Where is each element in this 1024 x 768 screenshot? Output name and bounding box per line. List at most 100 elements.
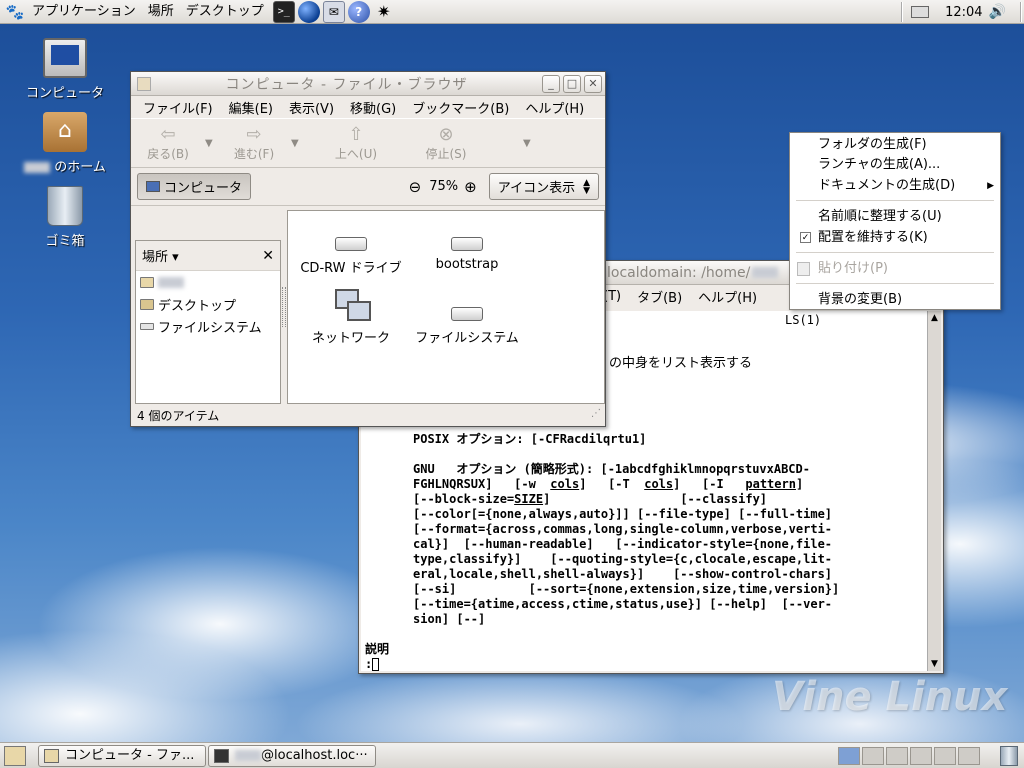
menu-keep-aligned[interactable]: ✓ 配置を維持する(K) [790,228,1000,248]
workspace-1[interactable] [838,747,860,765]
side-pane-type-select[interactable]: 場所 ▾ [142,246,179,265]
mail-icon[interactable]: ✉ [322,0,345,23]
man-gnu-line: FGHLNQRSUX] [-w cols] [-T cols] [-I patt… [413,477,804,491]
location-computer-button[interactable]: コンピュータ [137,173,252,200]
man-gnu-line: [--color[={none,always,auto}]] [--file-t… [413,507,833,521]
workspace-2[interactable] [862,747,884,765]
scroll-down-arrow[interactable]: ▼ [928,657,941,671]
file-browser-titlebar[interactable]: コンピュータ - ファイル・ブラウザ _ □ ✕ [131,72,605,96]
zoom-in-icon[interactable]: ⊕ [464,178,477,196]
view-mode-select[interactable]: アイコン表示 ▲ ▼ [488,173,599,200]
globe-icon[interactable] [297,0,320,23]
terminal-icon[interactable]: >_ [272,0,295,23]
forward-arrow-icon: ⇨ [246,123,262,145]
scroll-up-arrow[interactable]: ▲ [928,311,941,325]
icon-view[interactable]: CD-RW ドライブ bootstrap ネットワーク ファイルシステム [287,210,605,404]
item-network[interactable]: ネットワーク [296,289,406,346]
watermark: Vine Linux [772,674,1008,720]
file-browser-icon [44,749,59,763]
checkbox-checked-icon: ✓ [800,232,811,243]
zoom-level[interactable]: 75% [429,179,458,194]
forward-history-dropdown[interactable]: ▼ [291,138,303,149]
item-bootstrap[interactable]: bootstrap [412,237,522,272]
close-button[interactable]: ✕ [584,74,602,93]
printer-icon[interactable] [911,6,930,18]
paste-icon [797,262,810,276]
terminal-menu-tabs[interactable]: タブ(B) [629,287,690,306]
workspace-6[interactable] [958,747,980,765]
toolbar-overflow-dropdown[interactable]: ▼ [523,138,535,149]
home-folder-icon [140,276,154,288]
submenu-arrow-icon: ▶ [987,181,994,191]
resize-grip-icon[interactable]: ⋰ [591,404,601,424]
man-gnu-line: [--si] [--sort={none,extension,size,time… [413,582,840,596]
menu-edit[interactable]: 編集(E) [221,98,281,117]
file-browser-toolbar: ⇦ 戻る(B) ▼ ⇨ 進む(F) ▼ ⇧ 上へ(U) ⊗ 停止(S) ▼ [131,118,605,168]
menu-places[interactable]: 場所 [142,0,180,24]
menu-view[interactable]: 表示(V) [281,98,342,117]
pane-resize-handle[interactable] [282,287,286,327]
menu-clean-up-by-name[interactable]: 名前順に整理する(U) [790,207,1000,227]
home-folder-icon [43,112,87,152]
back-history-dropdown[interactable]: ▼ [205,138,217,149]
desktop-icon-computer[interactable]: コンピュータ [20,38,110,101]
minimize-button[interactable]: _ [542,74,560,93]
drive-icon [140,322,154,330]
bug-icon[interactable]: ✷ [373,1,395,23]
workspace-5[interactable] [934,747,956,765]
show-desktop-button[interactable] [4,746,26,766]
volume-icon[interactable]: 🔊 [989,4,1006,20]
drive-icon [451,237,483,251]
top-panel: 🐾 アプリケーション 場所 デスクトップ >_ ✉ ? ✷ 12:04 🔊 [0,0,1024,24]
panel-separator [901,2,904,22]
up-button[interactable]: ⇧ 上へ(U) [319,124,393,162]
network-icon [333,289,371,323]
terminal-menu-help[interactable]: ヘルプ(H) [690,287,765,306]
location-bar: コンピュータ ⊖ 75% ⊕ アイコン表示 ▲ ▼ [131,168,605,206]
stop-button[interactable]: ⊗ 停止(S) [409,124,483,162]
menu-change-background[interactable]: 背景の変更(B) [790,290,1000,310]
workspace-3[interactable] [886,747,908,765]
place-filesystem[interactable]: ファイルシステム [136,315,280,337]
gnome-foot-icon[interactable]: 🐾 [4,1,26,23]
computer-icon [43,38,87,78]
desktop-context-menu: フォルダの生成(F) ランチャの生成(A)... ドキュメントの生成(D) ▶ … [789,132,1001,310]
clock[interactable]: 12:04 [939,5,988,20]
computer-icon [146,181,160,192]
window-menu-icon[interactable] [137,76,151,91]
man-gnu-line: cal}] [--human-readable] [--indicator-st… [413,537,833,551]
menu-applications[interactable]: アプリケーション [26,0,142,24]
back-button[interactable]: ⇦ 戻る(B) [131,124,205,162]
desktop-icon-home[interactable]: のホーム [20,112,110,175]
place-home[interactable] [136,271,280,293]
menu-go[interactable]: 移動(G) [342,98,404,117]
maximize-button[interactable]: □ [563,74,581,93]
place-desktop[interactable]: デスクトップ [136,293,280,315]
menu-desktop[interactable]: デスクトップ [180,0,270,24]
zoom-out-icon[interactable]: ⊖ [409,178,422,196]
desktop-icon-label: コンピュータ [25,86,104,101]
forward-button[interactable]: ⇨ 進む(F) [217,123,291,162]
spin-icon: ▲ ▼ [583,177,590,196]
menu-help[interactable]: ヘルプ(H) [517,98,592,117]
menu-create-folder[interactable]: フォルダの生成(F) [790,135,1000,155]
menu-bookmarks[interactable]: ブックマーク(B) [404,98,517,117]
item-filesystem[interactable]: ファイルシステム [412,307,522,346]
file-browser-window[interactable]: コンピュータ - ファイル・ブラウザ _ □ ✕ ファイル(F) 編集(E) 表… [130,71,606,427]
desktop-icon-trash[interactable]: ゴミ箱 [20,186,110,249]
menu-create-document[interactable]: ドキュメントの生成(D) ▶ [790,176,1000,196]
terminal-scrollbar[interactable]: ▲ ▼ [927,311,941,671]
item-cdrw-drive[interactable]: CD-RW ドライブ [296,237,406,276]
menu-file[interactable]: ファイル(F) [135,98,221,117]
workspace-4[interactable] [910,747,932,765]
task-file-browser[interactable]: コンピュータ - ファ... [38,745,206,767]
task-terminal[interactable]: @localhost.loc··· [208,745,376,767]
redacted-username [158,276,184,288]
menu-separator [796,200,994,201]
close-side-pane-icon[interactable]: ✕ [262,248,274,264]
terminal-title: localdomain: /home/ [607,264,751,281]
menu-create-launcher[interactable]: ランチャの生成(A)... [790,155,1000,175]
file-browser-title: コンピュータ - ファイル・ブラウザ [225,76,468,93]
help-icon[interactable]: ? [347,0,370,23]
trash-applet-icon[interactable] [1000,746,1018,766]
